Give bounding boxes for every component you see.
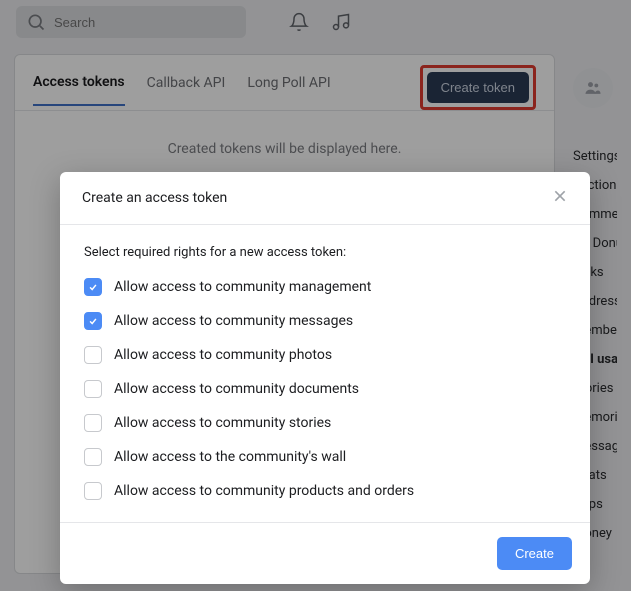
permission-checkbox[interactable] (84, 380, 102, 398)
permission-label: Allow access to community documents (114, 381, 359, 397)
create-token-modal: Create an access token Select required r… (60, 172, 590, 584)
modal-title: Create an access token (82, 190, 227, 206)
permission-checkbox[interactable] (84, 448, 102, 466)
permission-label: Allow access to the community's wall (114, 449, 346, 465)
permission-row[interactable]: Allow access to community stories (84, 414, 566, 432)
permission-checkbox[interactable] (84, 414, 102, 432)
modal-instruction: Select required rights for a new access … (84, 245, 566, 260)
permission-row[interactable]: Allow access to community management (84, 278, 566, 296)
permission-checkbox[interactable] (84, 312, 102, 330)
permission-checkbox[interactable] (84, 482, 102, 500)
permission-checkbox[interactable] (84, 346, 102, 364)
permission-row[interactable]: Allow access to the community's wall (84, 448, 566, 466)
permission-label: Allow access to community photos (114, 347, 332, 363)
permission-label: Allow access to community messages (114, 313, 353, 329)
permission-row[interactable]: Allow access to community messages (84, 312, 566, 330)
permission-label: Allow access to community products and o… (114, 483, 414, 499)
permission-checkbox[interactable] (84, 278, 102, 296)
create-button[interactable]: Create (497, 537, 572, 570)
modal-header: Create an access token (60, 172, 590, 225)
permission-row[interactable]: Allow access to community documents (84, 380, 566, 398)
permission-row[interactable]: Allow access to community products and o… (84, 482, 566, 500)
permission-label: Allow access to community stories (114, 415, 331, 431)
modal-footer: Create (60, 523, 590, 584)
permission-label: Allow access to community management (114, 279, 371, 295)
permission-list: Allow access to community management Allo… (84, 278, 566, 500)
permission-row[interactable]: Allow access to community photos (84, 346, 566, 364)
close-icon[interactable] (552, 188, 568, 208)
modal-body: Select required rights for a new access … (60, 225, 590, 523)
